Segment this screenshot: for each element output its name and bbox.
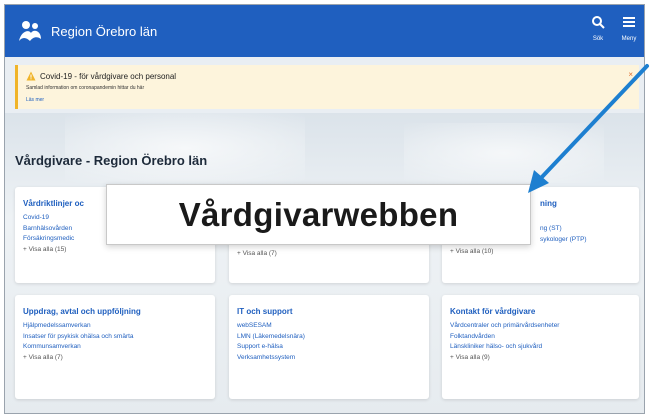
show-all-link[interactable]: + Visa alla (7)	[23, 353, 134, 364]
callout-text: Vårdgivarwebben	[178, 196, 459, 233]
card-link-list: Hjälpmedelssamverkan Insatser för psykis…	[23, 321, 134, 363]
card-link[interactable]: Länskliniker hälso- och sjukvård	[450, 342, 559, 353]
card-link[interactable]: Vårdcentraler och primärvårdsenheter	[450, 321, 559, 332]
card-title[interactable]: IT och support	[237, 307, 293, 316]
card-kontakt: Kontakt för vårdgivare Vårdcentraler och…	[442, 295, 639, 399]
card-link[interactable]: Försäkringsmedic	[23, 234, 74, 245]
card-link-list: Vårdcentraler och primärvårdsenheter Fol…	[450, 321, 559, 363]
page-title: Vårdgivare - Region Örebro län	[15, 153, 208, 168]
show-all-link[interactable]: + Visa alla (10)	[450, 247, 587, 258]
card-link[interactable]: Insatser för psykisk ohälsa och smärta	[23, 332, 134, 343]
covid-alert-banner: Covid-19 - för vårdgivare och personal S…	[15, 65, 639, 109]
card-it-support: IT och support webSESAM LMN (Läkemedelsn…	[229, 295, 429, 399]
card-link[interactable]: Kommunsamverkan	[23, 342, 134, 353]
warning-icon	[26, 71, 36, 81]
top-navigation-bar: Region Örebro län Sök Meny	[5, 5, 644, 57]
alert-close-icon[interactable]: ×	[628, 70, 633, 79]
card-link[interactable]: Support e-hälsa	[237, 342, 305, 353]
site-brand-name[interactable]: Region Örebro län	[51, 24, 157, 39]
card-link[interactable]: Folktandvården	[450, 332, 559, 343]
card-uppdrag-avtal: Uppdrag, avtal och uppföljning Hjälpmede…	[15, 295, 215, 399]
card-link[interactable]: webSESAM	[237, 321, 305, 332]
card-title[interactable]: Kontakt för vårdgivare	[450, 307, 535, 316]
alert-description: Samlad information om coronapandemin hit…	[26, 85, 145, 91]
browser-frame: Region Örebro län Sök Meny Covid-19 - fö…	[4, 4, 645, 414]
show-all-link[interactable]: + Visa alla (9)	[450, 353, 559, 364]
alert-title: Covid-19 - för vårdgivare och personal	[40, 72, 177, 81]
card-link-list: + Visa alla (7)	[237, 249, 277, 260]
alert-read-more-link[interactable]: Läs mer	[26, 97, 44, 103]
search-button[interactable]: Sök	[585, 15, 611, 49]
menu-button[interactable]: Meny	[616, 15, 642, 49]
card-link[interactable]: Verksamhetssystem	[237, 353, 305, 364]
card-link[interactable]: Covid-19	[23, 213, 74, 224]
card-title[interactable]: Vårdriktlinjer oc	[23, 199, 84, 208]
card-title[interactable]: Uppdrag, avtal och uppföljning	[23, 307, 141, 316]
card-link-list: Covid-19 Barnhälsovården Försäkringsmedi…	[23, 213, 74, 255]
menu-label: Meny	[621, 36, 637, 42]
show-all-link[interactable]: + Visa alla (7)	[237, 249, 277, 260]
card-link[interactable]: Hjälpmedelssamverkan	[23, 321, 134, 332]
region-logo-icon[interactable]	[17, 19, 43, 45]
search-icon	[592, 16, 605, 29]
card-link[interactable]: Barnhälsovården	[23, 224, 74, 235]
card-title[interactable]: ning	[540, 199, 557, 208]
show-all-link[interactable]: + Visa alla (15)	[23, 245, 74, 256]
hamburger-menu-icon	[623, 17, 635, 27]
card-link[interactable]: LMN (Läkemedelsnära)	[237, 332, 305, 343]
callout-label: Vårdgivarwebben	[106, 184, 531, 245]
card-link-list: webSESAM LMN (Läkemedelsnära) Support e-…	[237, 321, 305, 363]
search-label: Sök	[592, 36, 604, 42]
